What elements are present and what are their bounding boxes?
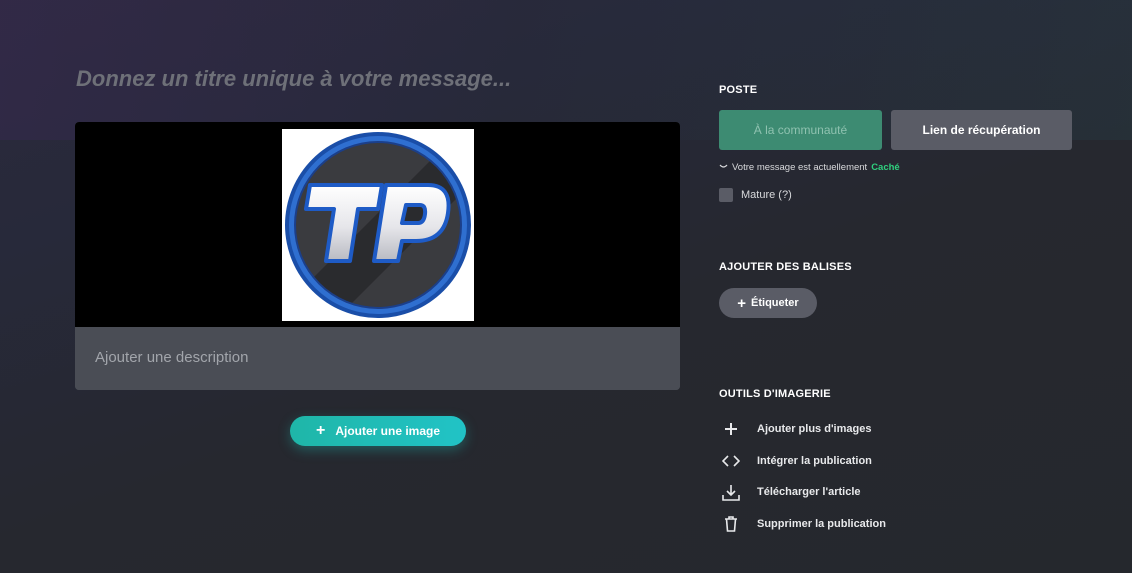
description-area	[75, 327, 680, 390]
status-value: Caché	[871, 162, 900, 173]
post-card	[75, 122, 680, 390]
status-text: Votre message est actuellement	[732, 162, 868, 173]
add-image-label: Ajouter une image	[335, 424, 441, 438]
tool-label: Télécharger l'article	[757, 486, 861, 498]
community-button-label: À la communauté	[753, 123, 848, 137]
trash-icon	[719, 515, 743, 533]
tool-label: Ajouter plus d'images	[757, 423, 872, 435]
plus-icon: +	[315, 422, 326, 439]
tools-heading: OUTILS D'IMAGERIE	[719, 388, 831, 400]
mature-label: Mature (?)	[741, 189, 792, 201]
tag-button[interactable]: + Étiqueter	[719, 288, 817, 318]
plus-icon	[719, 420, 743, 438]
description-input[interactable]	[95, 349, 655, 366]
add-more-images-button[interactable]: Ajouter plus d'images	[719, 420, 871, 438]
hidden-eye-icon	[719, 162, 728, 173]
tag-button-label: Étiqueter	[751, 297, 799, 309]
post-title-input[interactable]	[76, 66, 676, 92]
link-button-label: Lien de récupération	[922, 123, 1041, 137]
tp-logo-image	[282, 129, 474, 321]
image-preview[interactable]	[75, 122, 680, 327]
link-button[interactable]: Lien de récupération	[891, 110, 1072, 150]
mature-option[interactable]: Mature (?)	[719, 188, 792, 202]
plus-icon: +	[737, 294, 747, 312]
download-post-button[interactable]: Télécharger l'article	[719, 483, 861, 501]
download-icon	[719, 483, 743, 501]
community-button[interactable]: À la communauté	[719, 110, 882, 150]
code-icon	[719, 452, 743, 470]
tool-label: Intégrer la publication	[757, 455, 872, 467]
mature-checkbox[interactable]	[719, 188, 733, 202]
tool-label: Supprimer la publication	[757, 518, 886, 530]
embed-post-button[interactable]: Intégrer la publication	[719, 452, 872, 470]
add-image-button[interactable]: + Ajouter une image	[290, 416, 466, 446]
post-heading: POSTE	[719, 84, 758, 96]
tags-heading: AJOUTER DES BALISES	[719, 261, 852, 273]
visibility-status: Votre message est actuellement Caché	[719, 162, 900, 173]
delete-post-button[interactable]: Supprimer la publication	[719, 515, 886, 533]
